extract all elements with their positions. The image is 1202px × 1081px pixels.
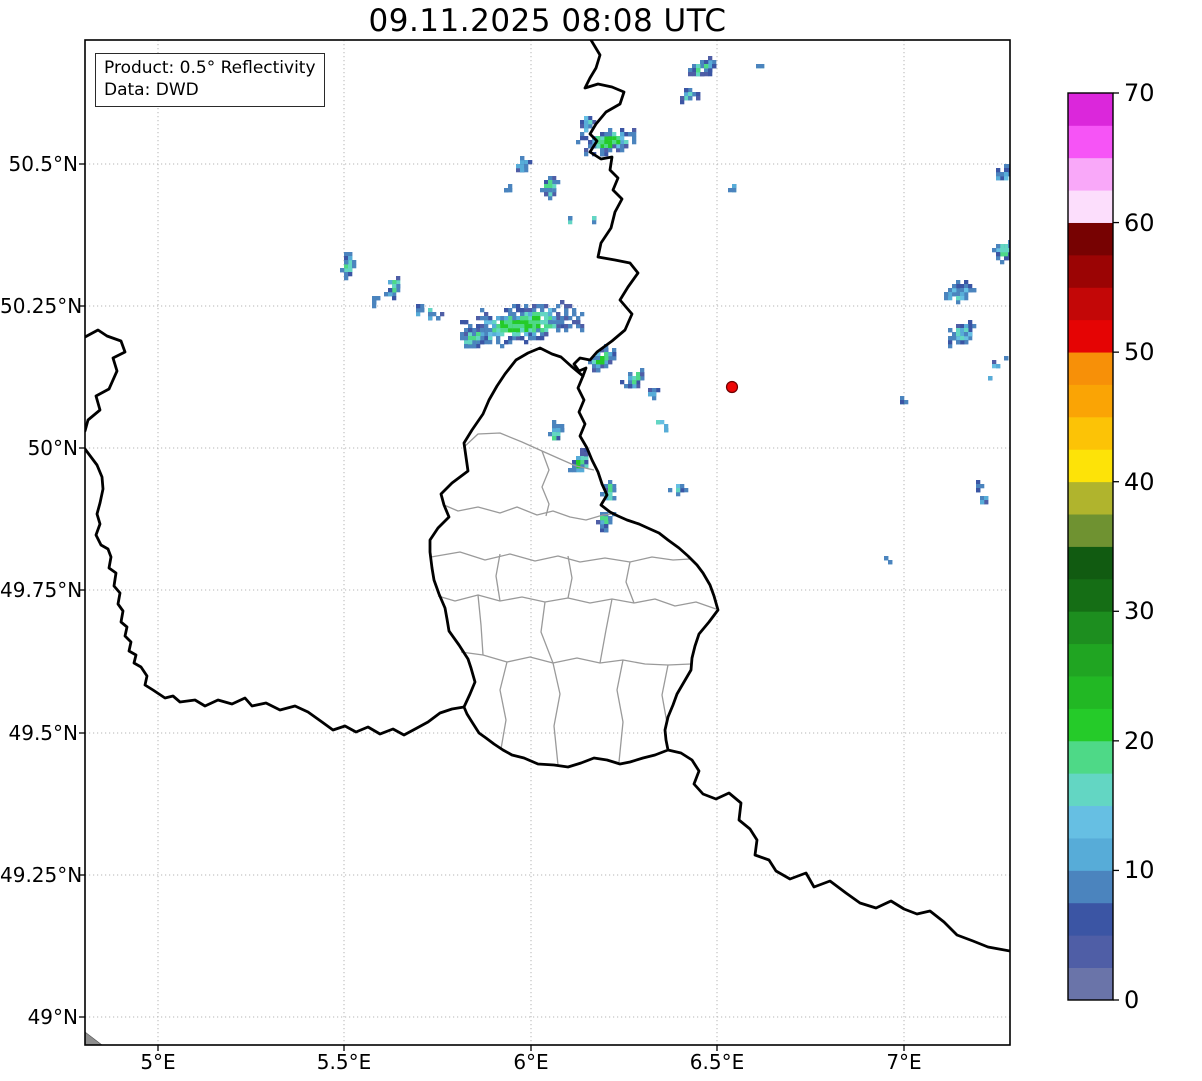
colorbar-tick-label: 40 [1124, 467, 1155, 496]
echo-cluster [384, 276, 401, 301]
axis-tick-marks [79, 163, 905, 1051]
echo-cluster [592, 216, 597, 225]
radar-map-canvas [79, 39, 1119, 1051]
echo-cluster [648, 388, 661, 401]
colorbar-segment [1068, 870, 1113, 904]
colorbar-tick-label: 50 [1124, 338, 1155, 367]
echo-cluster [996, 164, 1010, 181]
echo-cluster [976, 480, 985, 493]
colorbar-segment [1068, 902, 1113, 936]
colorbar-tick-label: 20 [1124, 726, 1155, 755]
product-annotation-box: Product: 0.5° Reflectivity Data: DWD [95, 53, 325, 107]
x-tick-label: 7°E [886, 1050, 922, 1074]
border-luxembourg [428, 346, 720, 769]
echo-cluster [900, 396, 909, 405]
echo-cluster [756, 64, 765, 69]
echo-cluster [668, 484, 689, 497]
colorbar-segment [1068, 93, 1113, 126]
x-tick-label: 5°E [140, 1050, 176, 1074]
colorbar-segment [1068, 838, 1113, 871]
colorbar-segment [1068, 805, 1113, 839]
border-france-belgium-west-2 [85, 447, 466, 737]
colorbar-segment [1068, 935, 1113, 969]
colorbar-segment [1068, 773, 1113, 807]
echo-cluster [428, 308, 437, 321]
colorbar-segment [1068, 967, 1113, 1001]
colorbar-tick-label: 30 [1124, 597, 1155, 626]
x-tick-label: 5.5°E [316, 1050, 372, 1074]
echo-cluster [944, 280, 977, 305]
colorbar-segment [1068, 740, 1113, 774]
radar-figure: 09.11.2025 08:08 UTC Product: 0.5° Refle… [0, 0, 1202, 1081]
echo-cluster [548, 420, 565, 441]
canton-borders [430, 432, 717, 766]
echo-cluster [1004, 356, 1009, 361]
figure-title: 09.11.2025 08:08 UTC [368, 3, 727, 39]
y-tick-label: 50°N [27, 436, 78, 460]
echo-cluster [568, 216, 573, 225]
colorbar-segment [1068, 416, 1113, 450]
x-tick-label: 6°E [513, 1050, 549, 1074]
colorbar-segment [1068, 578, 1113, 612]
colorbar [1067, 92, 1119, 1001]
echo-cluster [656, 420, 665, 425]
colorbar-segment [1068, 352, 1113, 385]
colorbar-segment [1068, 287, 1113, 321]
colorbar-segment [1068, 384, 1113, 418]
colorbar-tick-label: 70 [1124, 79, 1155, 107]
echo-cluster [980, 496, 989, 505]
echo-cluster [340, 252, 357, 281]
data-source-label: Data: DWD [104, 80, 199, 101]
echo-cluster [436, 312, 445, 321]
colorbar-segment [1068, 676, 1113, 709]
colorbar-tick-label: 10 [1124, 856, 1155, 885]
colorbar-segment [1068, 254, 1113, 288]
echo-cluster [884, 556, 893, 565]
border-france-belgium-west-1 [85, 328, 127, 433]
x-tick-label: 6.5°E [689, 1050, 745, 1074]
colorbar-segment [1068, 222, 1113, 256]
echo-cluster [416, 304, 425, 317]
y-tick-label: 49.25°N [0, 863, 83, 887]
echo-cluster [504, 184, 513, 193]
colorbar-segment [1068, 514, 1113, 547]
product-label: Product: 0.5° Reflectivity [104, 58, 316, 78]
country-borders [85, 40, 1010, 953]
echo-cluster [516, 156, 533, 173]
map-corner-wedge [84, 1031, 103, 1046]
y-tick-label: 49°N [27, 1005, 78, 1029]
echo-cluster [540, 176, 561, 201]
colorbar-segment [1068, 190, 1113, 223]
radar-site-marker [725, 380, 739, 394]
echo-cluster [688, 56, 717, 77]
colorbar-segment [1068, 708, 1113, 742]
y-tick-label: 50.25°N [0, 294, 83, 318]
echo-cluster [988, 376, 993, 381]
colorbar-segment [1068, 481, 1113, 515]
echo-cluster [620, 368, 645, 389]
echo-cluster [664, 424, 669, 433]
echo-cluster [992, 360, 1001, 369]
y-tick-label: 49.5°N [8, 721, 79, 745]
colorbar-segment [1068, 125, 1113, 159]
y-tick-label: 50.5°N [8, 152, 79, 176]
colorbar-tick-label: 60 [1124, 208, 1155, 237]
colorbar-segment [1068, 319, 1113, 353]
echo-cluster [680, 88, 701, 105]
colorbar-segment [1068, 449, 1113, 483]
y-tick-label: 49.75°N [0, 578, 83, 602]
colorbar-segment [1068, 611, 1113, 645]
colorbar-segment [1068, 643, 1113, 677]
colorbar-tick-label: 0 [1124, 986, 1140, 1014]
colorbar-segment [1068, 157, 1113, 191]
echo-cluster [460, 324, 489, 349]
echo-cluster [372, 296, 381, 309]
echo-cluster [948, 320, 977, 349]
radar-echoes [340, 56, 1010, 565]
border-france-germany [666, 748, 1010, 953]
colorbar-segment [1068, 546, 1113, 580]
echo-cluster [728, 184, 737, 193]
